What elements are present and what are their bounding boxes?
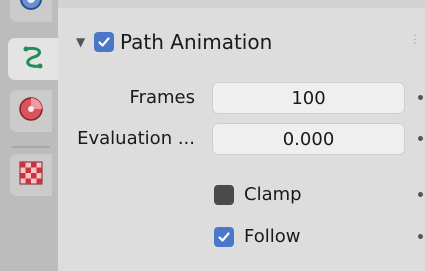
panel-title: Path Animation <box>120 30 273 54</box>
tab-separator <box>12 146 50 148</box>
properties-tab-bar <box>0 0 58 271</box>
clamp-row[interactable]: Clamp <box>58 177 425 213</box>
follow-row[interactable]: Follow <box>58 219 425 255</box>
path-animation-enable-checkbox[interactable] <box>94 32 114 52</box>
frames-label: Frames <box>129 87 195 108</box>
keyframe-decorator-icon[interactable] <box>418 192 423 197</box>
clamp-checkbox[interactable] <box>214 185 234 205</box>
checkmark-icon <box>98 37 110 47</box>
panel-header[interactable]: ▼ Path Animation ⋮ <box>58 22 425 62</box>
disclosure-triangle-icon[interactable]: ▼ <box>76 35 88 49</box>
checkmark-icon <box>218 232 230 242</box>
texture-tab[interactable] <box>10 154 52 196</box>
keyframe-decorator-icon[interactable] <box>418 95 423 100</box>
evaluation-time-field[interactable]: 0.000 <box>212 123 405 155</box>
physics-circle-icon <box>18 0 44 16</box>
follow-label[interactable]: Follow <box>244 219 300 255</box>
evaluation-time-label: Evaluation ... <box>77 128 195 149</box>
physics-tab[interactable] <box>10 0 52 22</box>
keyframe-decorator-icon[interactable] <box>418 234 423 239</box>
curve-data-tab[interactable] <box>8 38 58 80</box>
material-sphere-icon <box>17 95 45 127</box>
frames-field[interactable]: 100 <box>212 82 405 114</box>
material-tab[interactable] <box>10 90 52 132</box>
frames-row: Frames 100 <box>58 80 425 116</box>
evaluation-time-row: Evaluation ... 0.000 <box>58 121 425 157</box>
clamp-label[interactable]: Clamp <box>244 177 302 213</box>
drag-handle-icon[interactable]: ⋮ <box>409 32 421 46</box>
texture-checker-icon <box>18 160 44 190</box>
keyframe-decorator-icon[interactable] <box>418 136 423 141</box>
panel-top-strip <box>58 0 425 8</box>
follow-checkbox[interactable] <box>214 227 234 247</box>
curve-data-icon <box>18 42 48 76</box>
path-animation-panel: ▼ Path Animation ⋮ Frames 100 Evaluation… <box>58 0 425 271</box>
